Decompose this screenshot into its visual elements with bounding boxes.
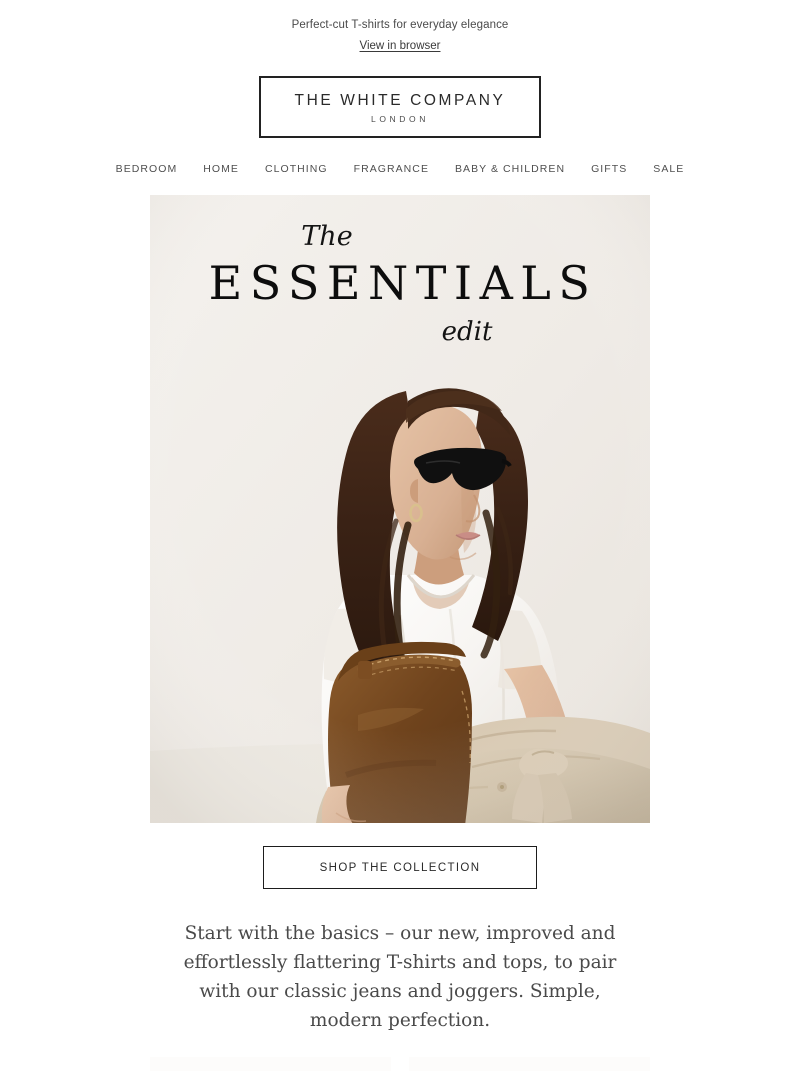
nav-item-sale[interactable]: SALE: [640, 162, 697, 176]
view-in-browser-link[interactable]: View in browser: [360, 40, 441, 52]
cta-container: SHOP THE COLLECTION: [0, 846, 800, 889]
shop-the-collection-button[interactable]: SHOP THE COLLECTION: [262, 846, 538, 889]
logo-header: THE WHITE COMPANY LONDON: [0, 76, 800, 138]
hero-banner[interactable]: The ESSENTIALS edit: [150, 195, 650, 823]
nav-item-home[interactable]: HOME: [190, 162, 252, 176]
product-tile-2[interactable]: [409, 1057, 650, 1071]
nav-item-gifts[interactable]: GIFTS: [578, 162, 640, 176]
nav-item-bedroom[interactable]: BEDROOM: [103, 162, 191, 176]
brand-location: LONDON: [371, 114, 429, 124]
nav-item-clothing[interactable]: CLOTHING: [252, 162, 341, 176]
preheader-text: Perfect-cut T-shirts for everyday elegan…: [291, 19, 509, 31]
nav-item-baby-and-children[interactable]: BABY & CHILDREN: [442, 162, 578, 176]
nav-item-fragrance[interactable]: FRAGRANCE: [341, 162, 442, 176]
hero-image: [150, 195, 650, 823]
brand-logo[interactable]: THE WHITE COMPANY LONDON: [258, 76, 542, 138]
product-strip: [150, 1057, 650, 1071]
main-navigation: BEDROOM HOME CLOTHING FRAGRANCE BABY & C…: [0, 162, 800, 176]
preheader: Perfect-cut T-shirts for everyday elegan…: [0, 0, 800, 54]
brand-name: THE WHITE COMPANY: [294, 92, 506, 109]
email-body: Perfect-cut T-shirts for everyday elegan…: [0, 0, 800, 1071]
body-copy: Start with the basics – our new, improve…: [183, 923, 617, 1031]
product-tile-1[interactable]: [150, 1057, 391, 1071]
